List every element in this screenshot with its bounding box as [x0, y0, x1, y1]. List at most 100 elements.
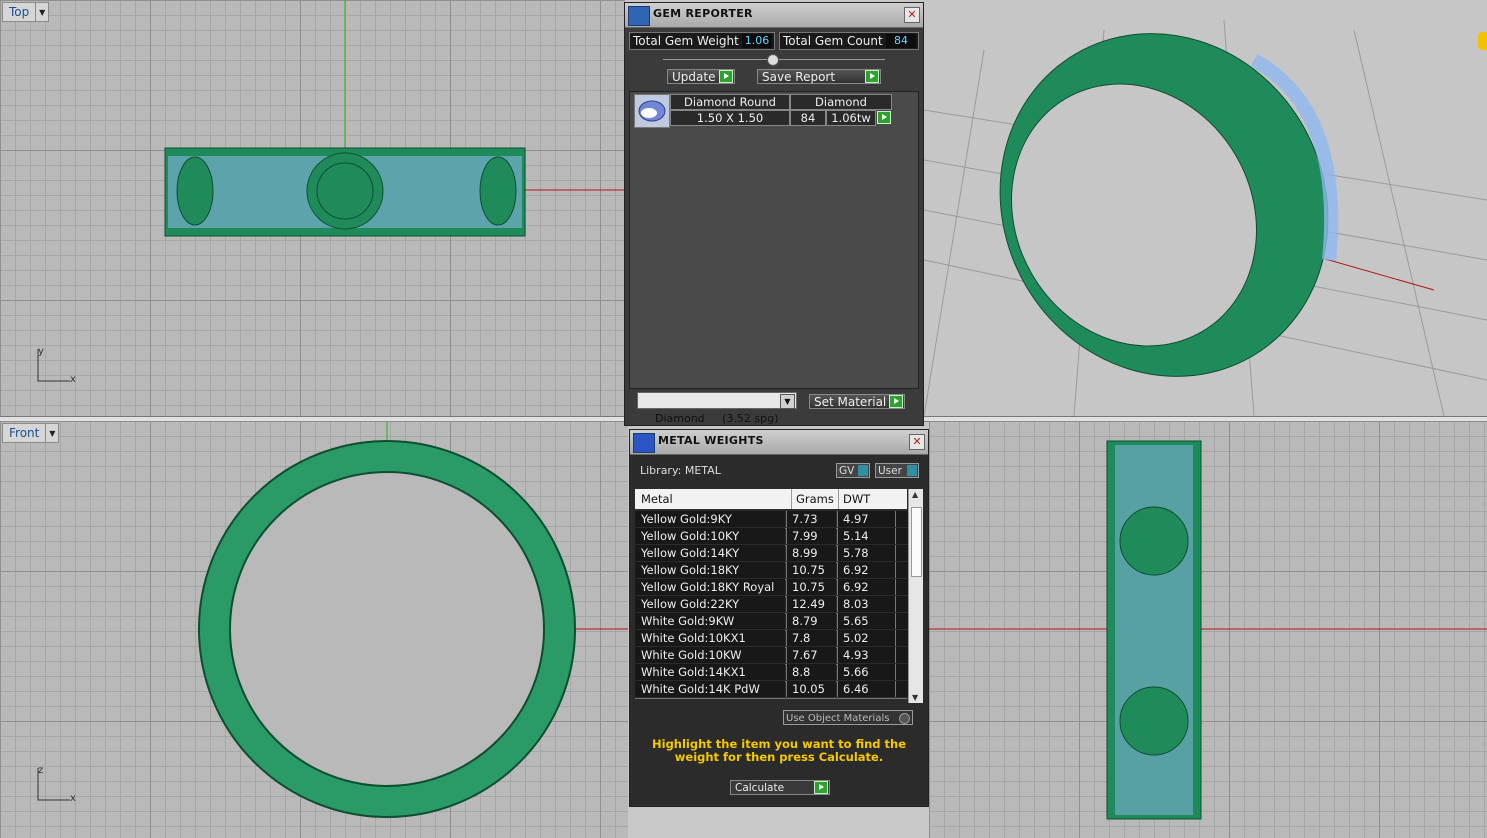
axis-gizmo	[37, 349, 70, 382]
cell-grams: 8.99	[786, 545, 836, 561]
cell-dwt: 5.78	[837, 545, 895, 561]
table-row[interactable]: Yellow Gold:18KY 10.75 6.92	[635, 562, 908, 580]
slider-handle-icon[interactable]	[767, 54, 779, 66]
calculate-button[interactable]: Calculate	[730, 780, 830, 795]
table-row[interactable]: Yellow Gold:18KY Royal 10.75 6.92	[635, 579, 908, 597]
table-row[interactable]: Yellow Gold:9KY 7.73 4.97	[635, 511, 908, 529]
cell-dwt: 6.46	[837, 681, 895, 697]
cell-metal: White Gold:14K PdW	[635, 681, 785, 697]
cell-grams: 10.75	[786, 562, 836, 578]
use-object-materials-label: Use Object Materials	[786, 713, 890, 724]
gv-toggle-label: GV	[839, 465, 855, 477]
cell-dwt: 5.65	[837, 613, 895, 629]
total-gem-weight-field: Total Gem Weight 1.06	[629, 32, 775, 50]
ring-top-band	[164, 147, 526, 237]
total-gem-weight-value: 1.06	[742, 34, 772, 48]
cell-metal: Yellow Gold:10KY	[635, 528, 785, 544]
cell-grams: 8.8	[786, 664, 836, 680]
table-row[interactable]: White Gold:10KX1 7.8 5.02	[635, 630, 908, 648]
cell-grams: 8.79	[786, 613, 836, 629]
play-icon	[719, 70, 733, 83]
table-row[interactable]: Yellow Gold:14KY 8.99 5.78	[635, 545, 908, 563]
grid-lock-icon[interactable]	[1478, 32, 1487, 50]
top-view-scene	[164, 0, 625, 237]
right-view-scene	[929, 440, 1487, 820]
material-select-value: Diamond (3.52 spg)	[655, 412, 779, 425]
gem-row[interactable]: Diamond Round Diamond 1.50 X 1.50 84 1.0…	[634, 94, 892, 128]
cell-spacer	[895, 596, 908, 612]
cell-dwt: 5.14	[837, 528, 895, 544]
user-toggle[interactable]: User	[875, 463, 919, 478]
front-view-scene	[198, 421, 628, 818]
table-row[interactable]: White Gold:14K PdW 10.05 6.46	[635, 681, 908, 699]
total-gem-weight-label: Total Gem Weight	[633, 34, 739, 48]
metal-table[interactable]: Metal Grams DWT Yellow Gold:9KY 7.73 4.97 Y…	[630, 487, 928, 705]
metal-weights-icon	[633, 433, 655, 453]
cell-dwt: 5.02	[837, 630, 895, 646]
material-select[interactable]: Diamond (3.52 spg) ▼	[637, 392, 797, 425]
viewport-perspective[interactable]	[924, 0, 1487, 416]
ring-side-band	[1106, 440, 1202, 820]
close-icon[interactable]: ✕	[909, 434, 925, 450]
cell-metal: White Gold:10KX1	[635, 630, 785, 646]
viewport-front[interactable]: Front ▼ z x	[0, 421, 628, 838]
cell-spacer	[895, 613, 908, 629]
column-header-metal[interactable]: Metal	[641, 489, 673, 509]
column-header-dwt[interactable]: DWT	[838, 489, 870, 509]
panel-slider[interactable]	[663, 54, 885, 66]
scroll-up-icon[interactable]: ▲	[912, 490, 918, 499]
cell-spacer	[895, 664, 908, 680]
cell-dwt: 4.97	[837, 511, 895, 527]
cell-spacer	[895, 511, 908, 527]
update-button[interactable]: Update	[667, 69, 735, 84]
table-row[interactable]: White Gold:9KW 8.79 5.65	[635, 613, 908, 631]
gem-reporter-title: GEM REPORTER	[653, 7, 753, 20]
cell-grams: 10.75	[786, 579, 836, 595]
save-report-button[interactable]: Save Report	[757, 69, 881, 84]
gem-size-cell: 1.50 X 1.50	[670, 110, 790, 126]
table-row[interactable]: Yellow Gold:10KY 7.99 5.14	[635, 528, 908, 546]
scroll-down-icon[interactable]: ▼	[912, 693, 918, 702]
gv-toggle[interactable]: GV	[836, 463, 870, 478]
table-row[interactable]: Yellow Gold:22KY 12.49 8.03	[635, 596, 908, 614]
metal-weights-panel: METAL WEIGHTS ✕ Library: METAL GV User M…	[629, 429, 929, 807]
total-gem-count-label: Total Gem Count	[783, 34, 883, 48]
instruction-text: Highlight the item you want to find the …	[652, 737, 906, 764]
viewport-right[interactable]	[929, 421, 1487, 838]
close-icon[interactable]: ✕	[904, 7, 920, 23]
gem-reporter-titlebar[interactable]: GEM REPORTER ✕	[625, 3, 923, 28]
gem-reporter-panel: GEM REPORTER ✕ Total Gem Weight 1.06 Tot…	[624, 2, 924, 426]
table-row[interactable]: White Gold:14KX1 8.8 5.66	[635, 664, 908, 682]
cell-spacer	[895, 579, 908, 595]
save-report-button-label: Save Report	[762, 70, 836, 84]
calculate-button-label: Calculate	[735, 782, 785, 794]
metal-table-header: Metal Grams DWT	[635, 489, 907, 509]
column-header-grams[interactable]: Grams	[791, 489, 834, 509]
scroll-thumb[interactable]	[911, 507, 922, 577]
table-row[interactable]: White Gold:10KW 7.67 4.93	[635, 647, 908, 665]
cell-grams: 7.99	[786, 528, 836, 544]
cell-metal: Yellow Gold:18KY Royal	[635, 579, 785, 595]
metal-weights-titlebar[interactable]: METAL WEIGHTS ✕	[630, 430, 928, 455]
user-toggle-label: User	[878, 465, 902, 477]
use-object-materials-toggle[interactable]: Use Object Materials	[783, 710, 913, 725]
gem-name-cell: Diamond Round	[670, 94, 790, 110]
perspective-scene	[924, 19, 1487, 416]
viewport-top[interactable]: Top ▼ y x	[0, 0, 625, 416]
cell-dwt: 6.92	[837, 562, 895, 578]
gem-row-play-icon[interactable]	[877, 111, 891, 124]
play-icon	[865, 70, 879, 83]
gem-list-area[interactable]: Diamond Round Diamond 1.50 X 1.50 84 1.0…	[629, 91, 919, 389]
chevron-down-icon[interactable]: ▼	[780, 394, 795, 409]
metal-table-scrollbar[interactable]: ▲ ▼	[908, 489, 923, 703]
cell-grams: 7.73	[786, 511, 836, 527]
play-icon	[889, 395, 903, 408]
set-material-button[interactable]: Set Material	[809, 394, 905, 409]
cell-metal: White Gold:10KW	[635, 647, 785, 663]
cell-metal: White Gold:14KX1	[635, 664, 785, 680]
cell-metal: Yellow Gold:14KY	[635, 545, 785, 561]
play-icon	[814, 781, 828, 794]
cell-grams: 7.67	[786, 647, 836, 663]
cell-metal: Yellow Gold:18KY	[635, 562, 785, 578]
axis-gizmo	[37, 768, 70, 801]
